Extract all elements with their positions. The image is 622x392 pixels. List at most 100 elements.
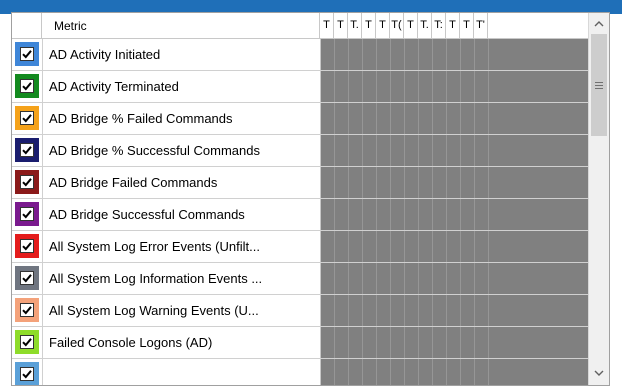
time-cell[interactable] xyxy=(405,167,419,198)
time-cell[interactable] xyxy=(419,39,433,70)
time-cell[interactable] xyxy=(405,103,419,134)
series-checkbox[interactable] xyxy=(20,271,34,285)
time-cell[interactable] xyxy=(377,135,391,166)
time-cell[interactable] xyxy=(391,39,405,70)
time-cell[interactable] xyxy=(419,135,433,166)
time-cell[interactable] xyxy=(321,263,335,294)
series-checkbox[interactable] xyxy=(20,79,34,93)
time-cell[interactable] xyxy=(391,199,405,230)
time-cell[interactable] xyxy=(349,295,363,326)
series-checkbox[interactable] xyxy=(20,367,34,381)
time-cell[interactable] xyxy=(475,71,489,102)
time-column-header[interactable]: T xyxy=(460,13,474,38)
time-cell[interactable] xyxy=(433,231,447,262)
time-cell[interactable] xyxy=(377,71,391,102)
time-cell[interactable] xyxy=(419,295,433,326)
time-cell[interactable] xyxy=(461,71,475,102)
time-cell[interactable] xyxy=(475,103,489,134)
time-cell[interactable] xyxy=(363,295,377,326)
time-cell[interactable] xyxy=(377,167,391,198)
time-cell[interactable] xyxy=(447,359,461,385)
series-checkbox[interactable] xyxy=(20,175,34,189)
time-cell[interactable] xyxy=(433,103,447,134)
time-cell[interactable] xyxy=(363,103,377,134)
time-cell[interactable] xyxy=(349,199,363,230)
time-cell[interactable] xyxy=(335,167,349,198)
time-cell[interactable] xyxy=(335,39,349,70)
time-cell[interactable] xyxy=(433,359,447,385)
time-cell[interactable] xyxy=(419,231,433,262)
time-cell[interactable] xyxy=(363,135,377,166)
scroll-up-button[interactable] xyxy=(589,13,609,33)
time-cell[interactable] xyxy=(419,263,433,294)
time-cell[interactable] xyxy=(475,199,489,230)
time-cell[interactable] xyxy=(461,39,475,70)
series-checkbox[interactable] xyxy=(20,239,34,253)
time-cell[interactable] xyxy=(321,231,335,262)
metric-row[interactable]: AD Bridge Failed Commands xyxy=(12,167,588,199)
time-cell[interactable] xyxy=(419,103,433,134)
time-cell[interactable] xyxy=(447,199,461,230)
metric-row[interactable]: AD Bridge % Failed Commands xyxy=(12,103,588,135)
time-cell[interactable] xyxy=(335,231,349,262)
time-cell[interactable] xyxy=(433,295,447,326)
time-cell[interactable] xyxy=(461,167,475,198)
time-cell[interactable] xyxy=(405,199,419,230)
time-column-header[interactable]: T xyxy=(446,13,460,38)
time-cell[interactable] xyxy=(475,135,489,166)
metric-row[interactable]: AD Activity Terminated xyxy=(12,71,588,103)
time-cell[interactable] xyxy=(475,263,489,294)
time-cell[interactable] xyxy=(349,327,363,358)
time-cell[interactable] xyxy=(405,359,419,385)
time-cell[interactable] xyxy=(335,263,349,294)
time-cell[interactable] xyxy=(377,231,391,262)
time-cell[interactable] xyxy=(349,103,363,134)
time-column-header[interactable]: T. xyxy=(418,13,432,38)
time-cell[interactable] xyxy=(321,295,335,326)
series-checkbox[interactable] xyxy=(20,47,34,61)
time-cell[interactable] xyxy=(321,359,335,385)
time-cell[interactable] xyxy=(391,167,405,198)
time-cell[interactable] xyxy=(447,103,461,134)
time-cell[interactable] xyxy=(433,71,447,102)
time-cell[interactable] xyxy=(391,231,405,262)
time-cell[interactable] xyxy=(335,135,349,166)
time-cell[interactable] xyxy=(475,167,489,198)
time-cell[interactable] xyxy=(475,359,489,385)
time-cell[interactable] xyxy=(335,71,349,102)
time-cell[interactable] xyxy=(391,135,405,166)
time-cell[interactable] xyxy=(475,295,489,326)
time-cell[interactable] xyxy=(391,103,405,134)
time-cell[interactable] xyxy=(391,295,405,326)
vertical-scrollbar[interactable] xyxy=(588,13,609,385)
time-column-header[interactable]: T xyxy=(334,13,348,38)
time-column-header[interactable]: T xyxy=(362,13,376,38)
metric-row[interactable]: Failed Console Logons (AD) xyxy=(12,327,588,359)
time-cell[interactable] xyxy=(461,327,475,358)
time-cell[interactable] xyxy=(321,135,335,166)
time-column-header[interactable]: T. xyxy=(348,13,362,38)
time-cell[interactable] xyxy=(363,71,377,102)
metric-row[interactable]: AD Activity Initiated xyxy=(12,39,588,71)
time-cell[interactable] xyxy=(419,167,433,198)
time-cell[interactable] xyxy=(461,135,475,166)
time-cell[interactable] xyxy=(461,295,475,326)
time-cell[interactable] xyxy=(405,39,419,70)
time-column-header[interactable]: T' xyxy=(474,13,488,38)
time-cell[interactable] xyxy=(377,359,391,385)
time-cell[interactable] xyxy=(433,39,447,70)
time-cell[interactable] xyxy=(363,359,377,385)
time-cell[interactable] xyxy=(433,263,447,294)
metric-row[interactable]: All System Log Error Events (Unfilt... xyxy=(12,231,588,263)
time-cell[interactable] xyxy=(363,263,377,294)
time-cell[interactable] xyxy=(363,199,377,230)
time-cell[interactable] xyxy=(349,135,363,166)
time-cell[interactable] xyxy=(461,103,475,134)
time-cell[interactable] xyxy=(335,199,349,230)
time-cell[interactable] xyxy=(321,199,335,230)
time-cell[interactable] xyxy=(447,263,461,294)
time-cell[interactable] xyxy=(349,263,363,294)
time-cell[interactable] xyxy=(405,135,419,166)
time-cell[interactable] xyxy=(349,71,363,102)
time-cell[interactable] xyxy=(405,263,419,294)
